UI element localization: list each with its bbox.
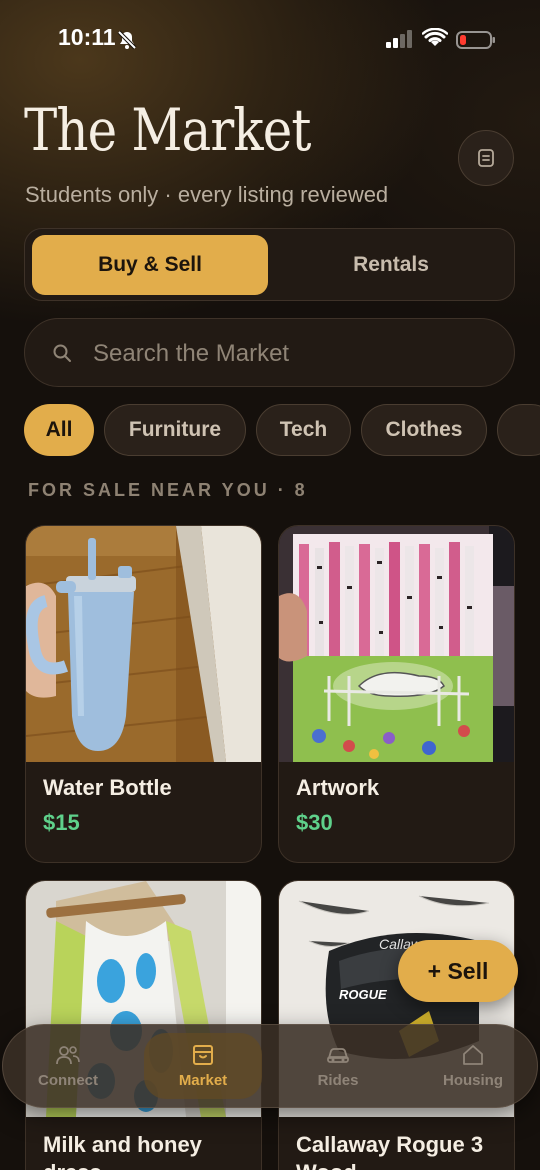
listing-price: $30 (296, 810, 333, 835)
sell-button[interactable]: + Sell (398, 940, 518, 1002)
chip-furniture[interactable]: Furniture (104, 404, 246, 456)
market-screen: 10:11 The Market Students only · every l… (0, 0, 540, 1170)
status-bar: 10:11 (0, 0, 540, 80)
listing-price: $15 (43, 810, 80, 835)
notes-icon (478, 149, 494, 167)
nav-label: Market (178, 1071, 228, 1089)
segment-rentals[interactable]: Rentals (273, 235, 509, 295)
mode-segmented-control: Buy & Sell Rentals (24, 228, 515, 301)
search-icon (53, 344, 71, 362)
nav-rides[interactable]: Rides (279, 1033, 397, 1099)
photo-model-text: ROGUE (339, 987, 387, 1002)
listing-photo (26, 526, 261, 762)
notes-button[interactable] (458, 130, 514, 186)
section-label: FOR SALE NEAR YOU · 8 (28, 480, 308, 500)
status-time: 10:11 (58, 24, 116, 50)
nav-market[interactable]: Market (144, 1033, 262, 1099)
people-icon (56, 1045, 80, 1064)
page-title: The Market (24, 96, 311, 164)
nav-label: Connect (38, 1071, 98, 1089)
listing-title: Callaway Rogue 3 Wood (296, 1132, 484, 1170)
listing-card[interactable]: Artwork $30 (278, 525, 515, 863)
nav-label: Housing (443, 1071, 503, 1089)
nav-connect[interactable]: Connect (9, 1033, 127, 1099)
house-icon (463, 1044, 483, 1065)
listing-title: Artwork (296, 775, 380, 800)
listing-card[interactable]: Water Bottle $15 (25, 525, 262, 863)
page-subtitle: Students only · every listing reviewed (25, 182, 389, 207)
listing-title: Milk and honey dress (43, 1132, 202, 1170)
store-icon (193, 1044, 213, 1065)
chip-more[interactable] (497, 404, 540, 456)
nav-housing[interactable]: Housing (414, 1033, 532, 1099)
bottom-nav: Connect Market Rides Housing (2, 1024, 538, 1108)
segment-buy-sell[interactable]: Buy & Sell (32, 235, 268, 295)
chip-all[interactable]: All (24, 404, 94, 456)
car-icon (327, 1047, 349, 1063)
listing-title: Water Bottle (43, 775, 172, 800)
chip-tech[interactable]: Tech (256, 404, 351, 456)
nav-label: Rides (317, 1071, 359, 1089)
listing-photo (279, 526, 514, 762)
battery-icon (456, 31, 495, 49)
search-bar[interactable] (24, 318, 515, 387)
signal-icon (386, 30, 412, 48)
wifi-icon (422, 28, 448, 46)
chip-clothes[interactable]: Clothes (361, 404, 487, 456)
category-chips: All Furniture Tech Clothes (24, 404, 540, 458)
bell-off-icon (117, 30, 137, 50)
search-input[interactable] (91, 331, 495, 377)
